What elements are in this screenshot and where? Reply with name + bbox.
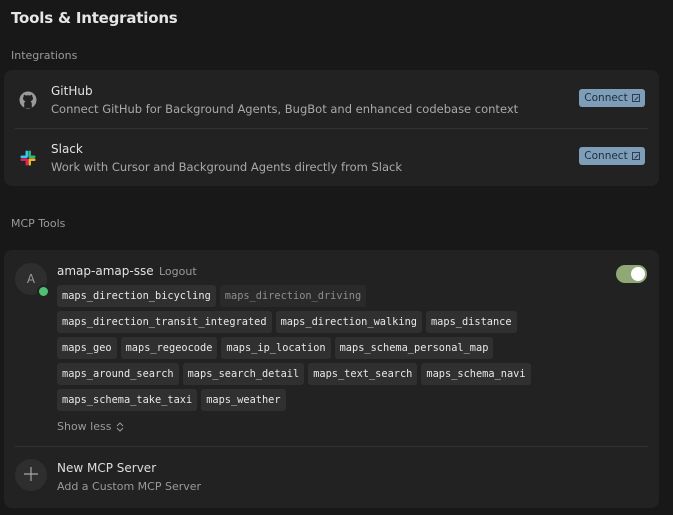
logout-button[interactable]: Logout [159,265,197,278]
integration-github: GitHub Connect GitHub for Background Age… [4,70,659,128]
integration-description: Work with Cursor and Background Agents d… [51,160,403,174]
tool-chip[interactable]: maps_ip_location [221,337,331,359]
github-icon [18,90,38,110]
toggle-knob [631,267,645,281]
tool-chip[interactable]: maps_direction_driving [219,285,367,307]
external-link-icon [631,94,640,102]
tool-row: maps_direction_bicycling maps_direction_d… [57,285,577,307]
tool-chip[interactable]: maps_direction_transit_integrated [57,311,272,333]
tool-chip[interactable]: maps_regeocode [120,337,218,359]
mcp-server-name: amap-amap-sse [57,264,154,278]
tool-chip[interactable]: maps_schema_personal_map [334,337,494,359]
new-mcp-server-title[interactable]: New MCP Server [57,461,156,475]
github-connect-button[interactable]: Connect [579,89,645,107]
connect-label: Connect [584,150,628,162]
integration-name: GitHub [51,84,93,98]
tool-chip[interactable]: maps_direction_walking [275,311,422,333]
tool-chip[interactable]: maps_distance [425,311,517,333]
add-server-button[interactable] [15,459,47,491]
tool-row: maps_geo maps_regeocode maps_ip_location ma… [57,337,577,359]
server-enabled-toggle[interactable] [616,265,647,283]
integration-description: Connect GitHub for Background Agents, Bu… [51,102,519,116]
mcp-section-label: MCP Tools [11,217,66,230]
tool-chip[interactable]: maps_search_detail [182,363,305,385]
connect-label: Connect [584,92,628,104]
slack-icon [18,148,38,168]
integration-slack: Slack Work with Cursor and Background Ag… [4,128,659,186]
chevron-up-down-icon [116,421,124,432]
external-link-icon [631,152,640,160]
show-less-button[interactable]: Show less [57,420,124,433]
tool-row: maps_around_search maps_search_detail maps… [57,363,577,385]
tool-chip[interactable]: maps_schema_take_taxi [57,389,198,411]
tool-row: maps_schema_take_taxi maps_weather [57,389,577,411]
tool-chip[interactable]: maps_weather [201,389,286,411]
integrations-section-label: Integrations [11,49,78,62]
integrations-card: GitHub Connect GitHub for Background Age… [4,70,659,186]
divider [15,446,648,447]
new-mcp-server-subtitle: Add a Custom MCP Server [57,480,202,493]
tool-chip[interactable]: maps_around_search [57,363,179,385]
slack-connect-button[interactable]: Connect [579,147,645,165]
status-online-indicator [37,285,50,298]
integration-name: Slack [51,142,83,156]
mcp-card: A amap-amap-sse Logout maps_direction_bi… [4,250,659,508]
page-title: Tools & Integrations [11,9,178,27]
tool-chip[interactable]: maps_schema_navi [421,363,531,385]
tool-chip[interactable]: maps_geo [57,337,117,359]
show-less-label: Show less [57,420,112,433]
plus-icon [23,463,39,488]
tool-row: maps_direction_transit_integrated maps_di… [57,311,577,333]
tool-chip[interactable]: maps_direction_bicycling [57,285,216,307]
tool-chip[interactable]: maps_text_search [308,363,418,385]
tool-list: maps_direction_bicycling maps_direction_d… [57,285,577,415]
